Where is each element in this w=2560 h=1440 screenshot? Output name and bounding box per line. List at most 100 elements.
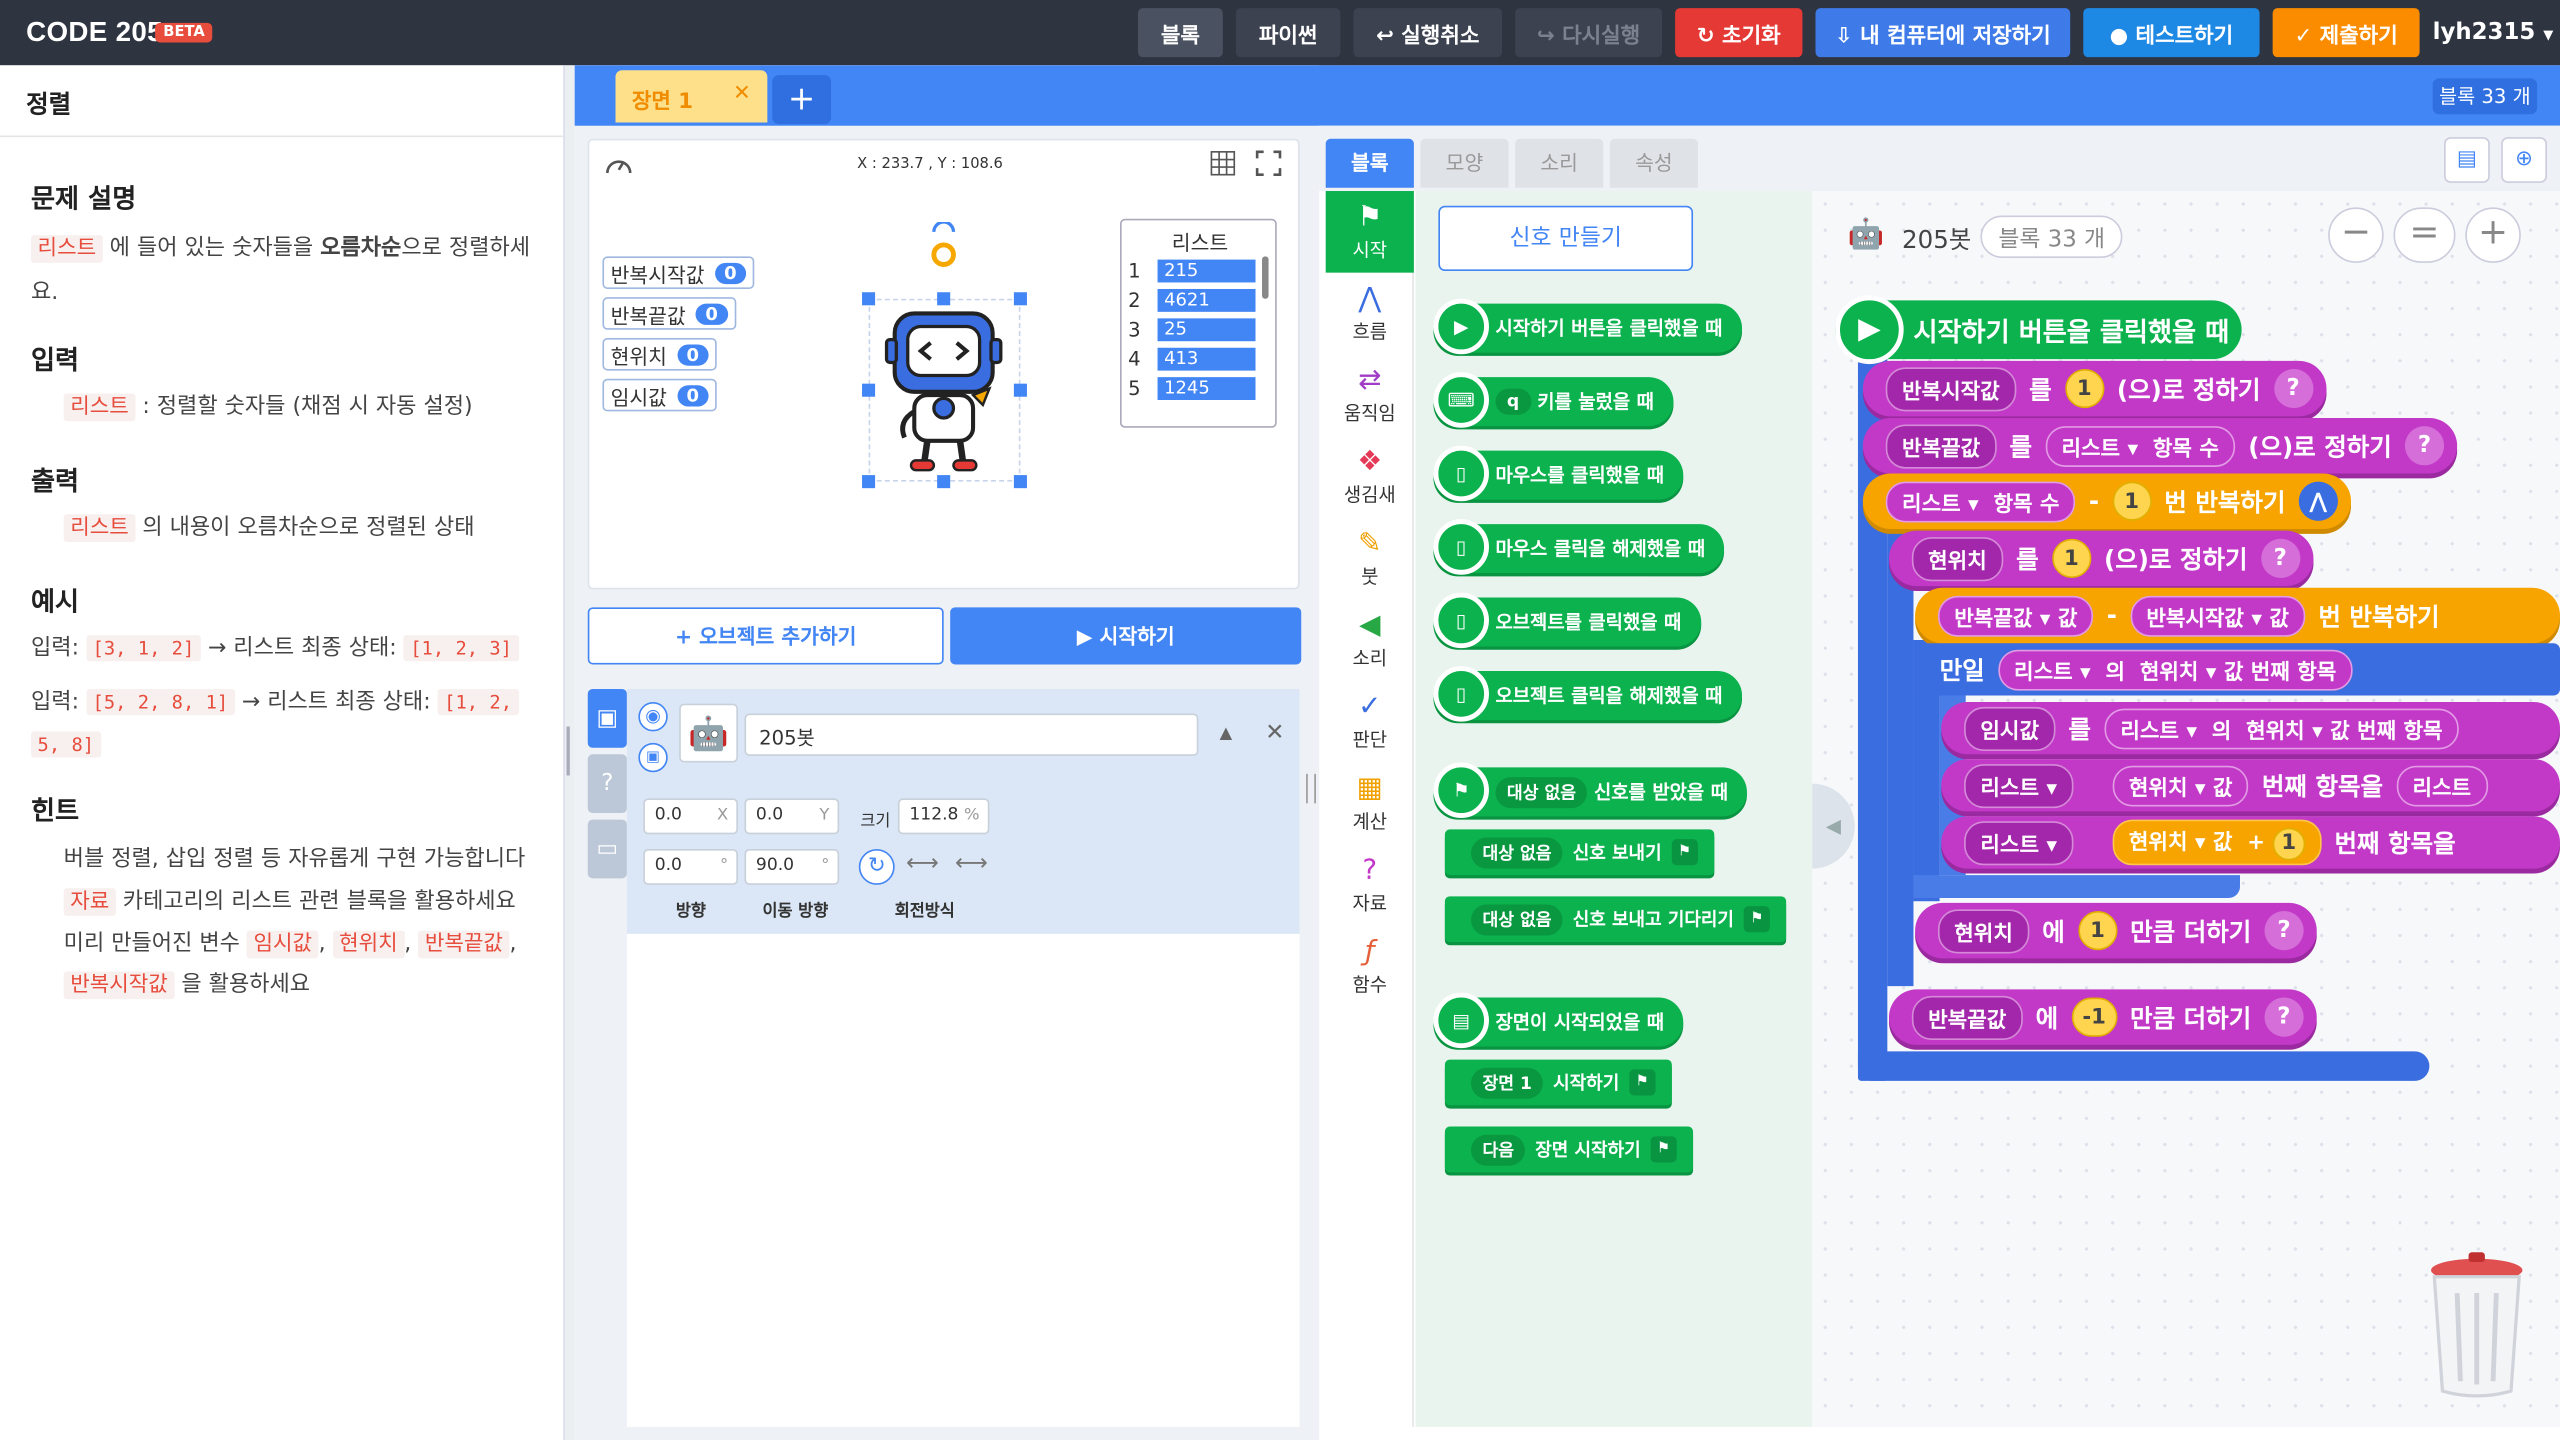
category-sound[interactable]: ◀ 소리: [1326, 599, 1414, 681]
block-mouse-click[interactable]: ▯ 마우스를 클릭했을 때: [1433, 445, 1684, 502]
tab-shapes[interactable]: 모양: [1420, 138, 1509, 188]
block-scene-start[interactable]: ▤ 장면이 시작되었을 때: [1433, 992, 1684, 1049]
block-object-release[interactable]: ▯ 오브젝트 클릭을 해제했을 때: [1433, 666, 1743, 722]
object-tab-icon[interactable]: ▣: [587, 688, 627, 748]
rotate-handle-icon[interactable]: [927, 220, 960, 271]
ws-block-add-pos[interactable]: 현위치 에 1 만큼 더하기?: [1915, 902, 2317, 959]
keyboard-icon: ⌨: [1433, 372, 1489, 428]
rotate-horizontal-icon[interactable]: ⟷: [906, 851, 939, 877]
category-data[interactable]: ? 자료: [1326, 844, 1414, 926]
block-mode-button[interactable]: 블록: [1137, 8, 1223, 58]
category-flow[interactable]: ⋀ 흐름: [1326, 273, 1414, 355]
block-count-badge: 블록 33 개: [2432, 78, 2538, 115]
tab-scene-1[interactable]: 장면 1 ✕: [615, 70, 768, 123]
ws-block-set-tmp[interactable]: 임시값 를 리스트 ▾ 의 현위치 ▾ 값 번째 항목: [1941, 702, 2560, 755]
tab-sounds[interactable]: 소리: [1515, 138, 1604, 188]
trash-icon[interactable]: [2424, 1247, 2528, 1405]
delete-object-icon[interactable]: ✕: [1265, 720, 1284, 746]
block-key-press[interactable]: ⌨ q 키를 눌렀을 때: [1433, 372, 1674, 428]
add-comment-icon[interactable]: ⊕: [2501, 137, 2547, 183]
panel-resize-handle[interactable]: [563, 65, 575, 1440]
help-tab-icon[interactable]: ?: [587, 754, 627, 814]
var-monitor-tmp[interactable]: 임시값 0: [602, 378, 718, 412]
category-motion[interactable]: ⇄ 움직임: [1326, 354, 1414, 436]
add-scene-button[interactable]: +: [772, 75, 832, 125]
close-icon[interactable]: ✕: [733, 82, 751, 106]
submit-button[interactable]: ✓ 제출하기: [2272, 8, 2420, 58]
ws-block-on-start[interactable]: ▶ 시작하기 버튼을 클릭했을 때: [1835, 295, 2243, 365]
eye-icon[interactable]: ◉: [638, 702, 668, 732]
shapes-icon: ❖: [1357, 445, 1383, 479]
ws-block-set-end[interactable]: 반복끝값 를 리스트 ▾ 항목 수 (으)로 정하기?: [1862, 417, 2458, 474]
save-local-button[interactable]: ⇩ 내 컴퓨터에 저장하기: [1815, 8, 2071, 58]
reset-button[interactable]: ↻ 초기화: [1675, 8, 1803, 58]
block-object-click[interactable]: ▯ 오브젝트를 클릭했을 때: [1433, 592, 1701, 649]
block-signal-send[interactable]: 대상 없음 신호 보내기 ⚑: [1444, 829, 1714, 876]
var-monitor-start[interactable]: 반복시작값 0: [602, 256, 755, 289]
ws-block-add-end[interactable]: 반복끝값 에 -1 만큼 더하기?: [1888, 989, 2317, 1045]
collapse-icon[interactable]: ▲: [1220, 725, 1233, 743]
category-start[interactable]: ⚑ 시작: [1325, 191, 1414, 273]
zoom-reset-button[interactable]: =: [2393, 207, 2456, 263]
example-1: 입력: [3, 1, 2] → 리스트 최종 상태: [1, 2, 3]: [31, 627, 519, 669]
ws-block-set-pos[interactable]: 현위치 를 1 (으)로 정하기?: [1888, 530, 2313, 587]
y-input[interactable]: 0.0 Y: [744, 798, 840, 835]
block-on-start[interactable]: ▶ 시작하기 버튼을 클릭했을 때: [1433, 298, 1743, 355]
console-tab-icon[interactable]: ▭: [587, 819, 627, 879]
category-function[interactable]: ƒ 함수: [1326, 926, 1414, 1008]
block-mouse-release[interactable]: ▯ 마우스 클릭을 해제했을 때: [1433, 519, 1725, 575]
category-pen[interactable]: ✎ 붓: [1326, 518, 1414, 600]
flag-icon: ⚑: [1743, 906, 1770, 933]
block-start-scene[interactable]: 장면 1 시작하기 ⚑: [1444, 1059, 1672, 1106]
block-signal-receive[interactable]: ⚑ 대상 없음 신호를 받았을 때: [1433, 762, 1748, 818]
list-item: 5 1245: [1128, 377, 1256, 400]
comment-icon[interactable]: ▤: [2444, 137, 2490, 183]
var-monitor-pos[interactable]: 현위치 0: [602, 337, 718, 371]
speed-gauge-icon[interactable]: [604, 152, 633, 183]
ws-block-repeat-inner[interactable]: 반복끝값 ▾ 값 - 반복시작값 ▾ 값번 반복하기: [1915, 587, 2560, 644]
category-looks[interactable]: ❖ 생김새: [1326, 436, 1414, 518]
list-monitor-title: 리스트: [1171, 230, 1229, 255]
hint-2: 자료 카테고리의 리스트 관련 블록을 활용하세요: [63, 880, 516, 924]
ws-block-repeat-outer[interactable]: 리스트 ▾ 항목 수-1번 반복하기 ⋀: [1862, 473, 2351, 529]
grid-icon[interactable]: [1210, 150, 1236, 181]
python-mode-button[interactable]: 파이썬: [1235, 8, 1341, 58]
redo-button[interactable]: ↪ 다시실행: [1515, 8, 1663, 58]
hint-3: 미리 만들어진 변수 임시값, 현위치, 반복끝값,: [63, 930, 517, 959]
size-input[interactable]: 112.8%: [897, 798, 990, 835]
ws-block-set-start[interactable]: 반복시작값 를 1 (으)로 정하기?: [1862, 360, 2326, 417]
robot-sprite[interactable]: [882, 310, 1006, 478]
ws-block-if[interactable]: 만일 리스트 ▾ 의 현위치 ▾ 값 번째 항목: [1916, 643, 2560, 696]
start-button[interactable]: ▶ 시작하기: [950, 607, 1302, 665]
direction-input[interactable]: 0.0 °: [643, 848, 738, 885]
test-button[interactable]: ● 테스트하기: [2083, 8, 2260, 58]
rotate-none-icon[interactable]: ⟷: [955, 851, 988, 877]
tab-blocks[interactable]: 블록: [1325, 138, 1414, 188]
output-text: 리스트 의 내용이 오름차순으로 정렬된 상태: [63, 506, 475, 550]
zoom-in-button[interactable]: +: [2465, 207, 2521, 263]
undo-button[interactable]: ↩ 실행취소: [1353, 8, 1503, 58]
var-monitor-end[interactable]: 반복끝값 0: [602, 297, 736, 330]
list-monitor[interactable]: 리스트 1 215 2 4621 3 25 4 413 5 1245: [1119, 218, 1277, 428]
block-signal-send-wait[interactable]: 대상 없음 신호 보내고 기다리기 ⚑: [1444, 896, 1787, 943]
lock-icon[interactable]: ▣: [638, 742, 668, 773]
ws-block-replace-2[interactable]: 리스트 ▾ 현위치 ▾ 값 + 1 번째 항목을: [1941, 816, 2560, 869]
user-menu[interactable]: lyh2315 ▼: [2433, 20, 2554, 46]
desc-heading: 문제 설명: [31, 182, 137, 214]
ws-block-replace-1[interactable]: 리스트 ▾ 현위치 ▾ 값 번째 항목을 리스트: [1941, 759, 2560, 812]
rotate-free-icon[interactable]: ↻: [858, 848, 895, 885]
x-input[interactable]: 0.0 X: [643, 798, 738, 835]
block-next-scene[interactable]: 다음 장면 시작하기 ⚑: [1444, 1126, 1693, 1173]
tab-properties[interactable]: 속성: [1609, 138, 1698, 188]
category-judge[interactable]: ✓ 판단: [1326, 681, 1414, 763]
make-signal-button[interactable]: 신호 만들기: [1438, 205, 1694, 272]
category-calc[interactable]: ▦ 계산: [1326, 762, 1414, 844]
add-object-button[interactable]: + 오브젝트 추가하기: [587, 607, 944, 665]
list-scrollbar[interactable]: [1262, 256, 1269, 299]
center-resize-handle[interactable]: [1306, 773, 1316, 804]
zoom-out-button[interactable]: −: [2328, 207, 2384, 263]
fullscreen-icon[interactable]: [1255, 150, 1282, 181]
move-direction-input[interactable]: 90.0 °: [744, 848, 840, 885]
object-thumbnail[interactable]: 🤖: [679, 703, 738, 763]
object-name-input[interactable]: 205봇: [744, 713, 1199, 756]
